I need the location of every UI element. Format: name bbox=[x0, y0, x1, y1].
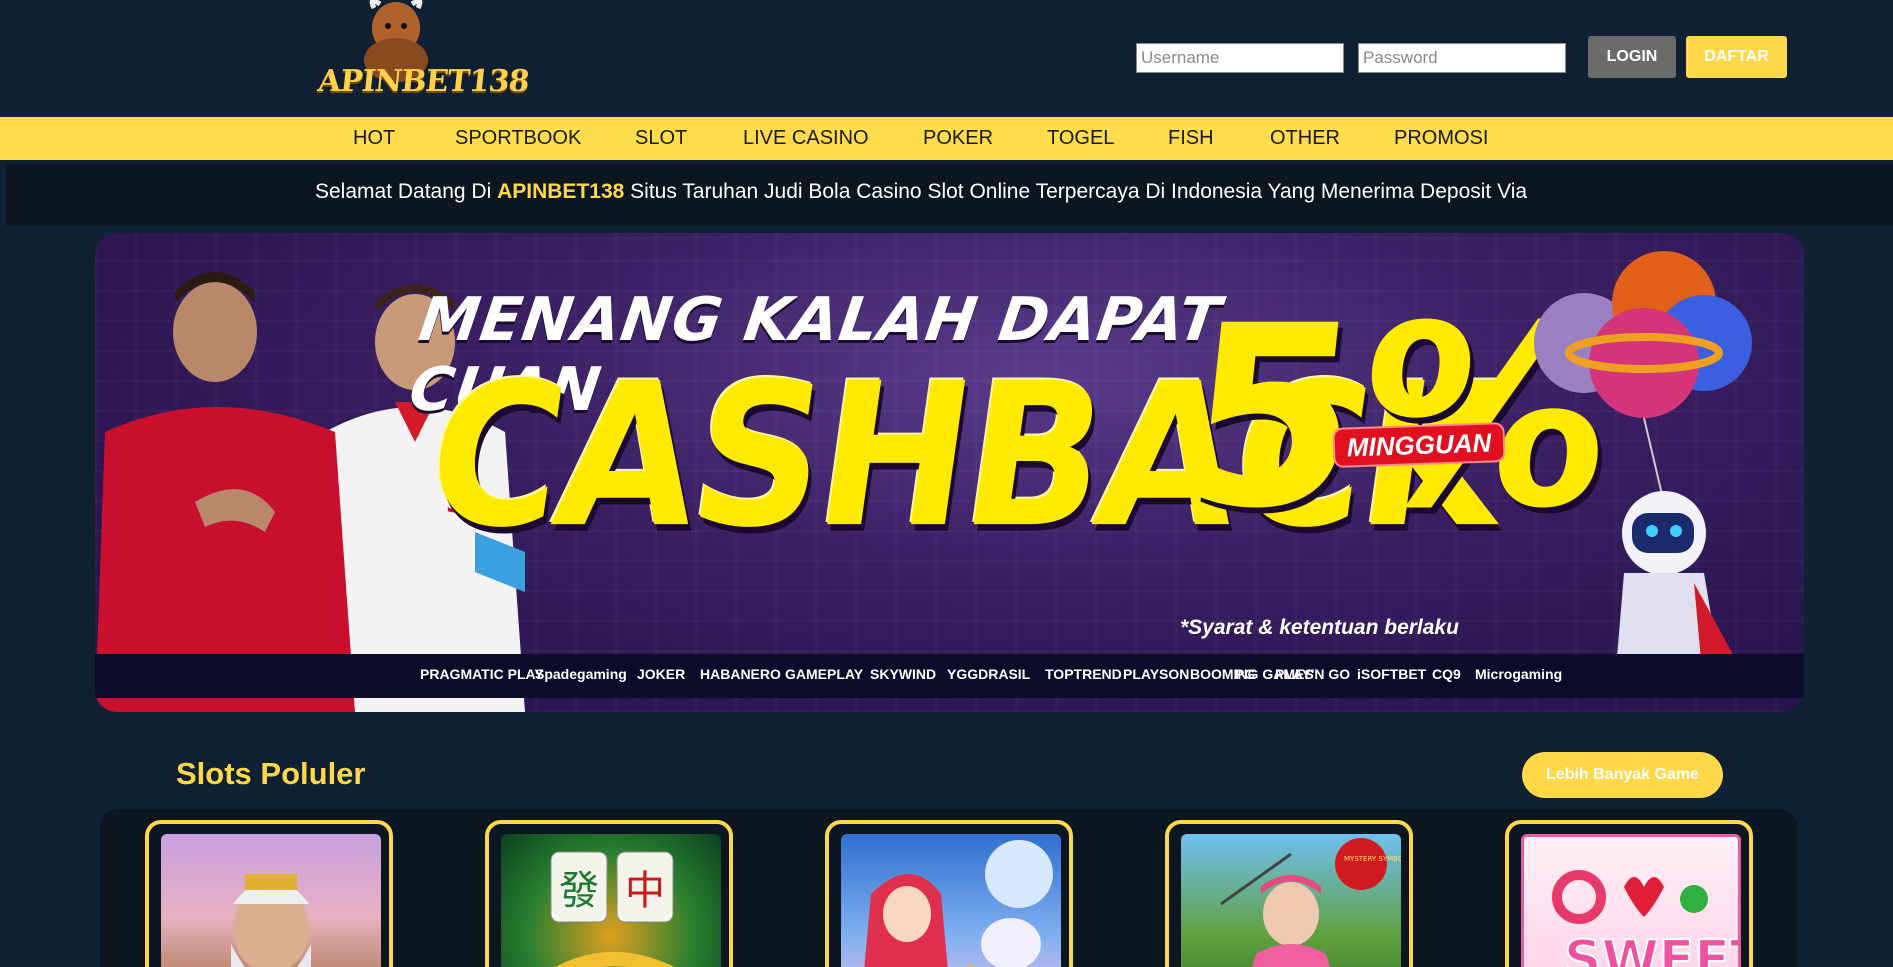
provider-logo: Spadegaming bbox=[535, 666, 627, 682]
register-button[interactable]: DAFTAR bbox=[1686, 36, 1787, 78]
banner-badge: MINGGUAN bbox=[1332, 422, 1506, 468]
welcome-marquee: Selamat Datang Di APINBET138 Situs Taruh… bbox=[6, 164, 1893, 226]
sweet-logo-text: SWEET bbox=[1564, 930, 1741, 967]
provider-logo: HABANERO bbox=[700, 666, 781, 682]
provider-logo: iSOFTBET bbox=[1357, 666, 1427, 682]
nav-item-sportbook[interactable]: SPORTBOOK bbox=[455, 117, 581, 160]
nav-item-promosi[interactable]: PROMOSI bbox=[1394, 117, 1488, 160]
banner-terms: *Syarat & ketentuan berlaku bbox=[1180, 616, 1459, 639]
nav-item-slot[interactable]: SLOT bbox=[635, 117, 687, 160]
mahjong-tile-zhong: 中 bbox=[625, 868, 665, 914]
nav-item-togel[interactable]: TOGEL bbox=[1047, 117, 1114, 160]
mystery-badge-text: MYSTERY SYMBOLS 8.000x bbox=[1344, 855, 1401, 863]
logo-text: APINBET138 bbox=[316, 64, 531, 99]
password-input[interactable] bbox=[1358, 43, 1566, 73]
slots-section-title: Slots Poluler bbox=[176, 756, 366, 791]
provider-logo: PRAGMATIC PLAY bbox=[420, 666, 544, 682]
player-red-jersey bbox=[95, 272, 355, 712]
marquee-text: Selamat Datang Di APINBET138 Situs Taruh… bbox=[315, 180, 1527, 204]
provider-logo: PLAYSON bbox=[1123, 666, 1190, 682]
provider-logo: PG bbox=[1235, 666, 1256, 682]
provider-logo: PLAY'N GO bbox=[1275, 666, 1351, 682]
nav-item-hot[interactable]: HOT bbox=[353, 117, 395, 160]
login-form bbox=[1136, 42, 1580, 74]
main-nav: HOT SPORTBOOK SLOT LIVE CASINO POKER TOG… bbox=[0, 117, 1893, 160]
zeus-icon bbox=[231, 874, 311, 967]
provider-logo: JOKER bbox=[637, 666, 686, 682]
golfer-icon: MYSTERY SYMBOLS 8.000x bbox=[1220, 838, 1401, 967]
slot-thumbnail: MYSTERY SYMBOLS 8.000x bbox=[1181, 834, 1401, 967]
slot-thumbnail: SWEET bbox=[1521, 834, 1741, 967]
provider-logo: YGGDRASIL bbox=[947, 666, 1031, 682]
slot-thumbnail: 發 中 bbox=[501, 834, 721, 967]
nav-item-other[interactable]: OTHER bbox=[1270, 117, 1340, 160]
nav-item-poker[interactable]: POKER bbox=[923, 117, 993, 160]
mahjong-tile-fa: 發 bbox=[559, 868, 599, 914]
marquee-suffix: Situs Taruhan Judi Bola Casino Slot Onli… bbox=[624, 180, 1528, 203]
provider-logo: GAMEPLAY bbox=[785, 666, 864, 682]
nav-item-live-casino[interactable]: LIVE CASINO bbox=[743, 117, 869, 160]
login-button[interactable]: LOGIN bbox=[1588, 36, 1676, 78]
slot-card-golf-slot[interactable]: MYSTERY SYMBOLS 8.000x bbox=[1165, 820, 1413, 967]
provider-strip: PRAGMATIC PLAY Spadegaming JOKER HABANER… bbox=[95, 654, 1804, 698]
provider-logo: Microgaming bbox=[1475, 666, 1563, 682]
username-input[interactable] bbox=[1136, 43, 1344, 73]
slot-thumbnail bbox=[161, 834, 381, 967]
slot-card-mahjong-ways[interactable]: 發 中 bbox=[485, 820, 733, 967]
provider-logo: TOPTREND bbox=[1045, 666, 1122, 682]
nav-item-fish[interactable]: FISH bbox=[1168, 117, 1214, 160]
sweet-bonanza-logo-icon: SWEET bbox=[1552, 870, 1741, 967]
slot-card-gates-of-olympus[interactable] bbox=[145, 820, 393, 967]
princess-icon bbox=[864, 840, 1053, 967]
provider-logo: SKYWIND bbox=[870, 666, 937, 682]
balloons-astronaut-icon bbox=[1534, 251, 1754, 693]
marquee-prefix: Selamat Datang Di bbox=[315, 180, 498, 203]
slot-thumbnail bbox=[841, 834, 1061, 967]
marquee-brand: APINBET138 bbox=[497, 180, 625, 203]
provider-logo: CQ9 bbox=[1432, 666, 1461, 682]
site-header: APINBET138 LOGIN DAFTAR bbox=[0, 0, 1893, 117]
site-logo[interactable]: APINBET138 bbox=[316, 0, 531, 105]
mahjong-tiles-icon: 發 中 bbox=[550, 851, 675, 967]
slot-card-starlight-princess[interactable] bbox=[825, 820, 1073, 967]
more-games-button[interactable]: Lebih Banyak Game bbox=[1522, 752, 1723, 798]
slot-card-sweet-bonanza[interactable]: SWEET bbox=[1505, 820, 1753, 967]
promo-banner[interactable]: 9 MENANG KALAH DAPAT CUAN CASHBACK 5% MI… bbox=[95, 233, 1804, 712]
